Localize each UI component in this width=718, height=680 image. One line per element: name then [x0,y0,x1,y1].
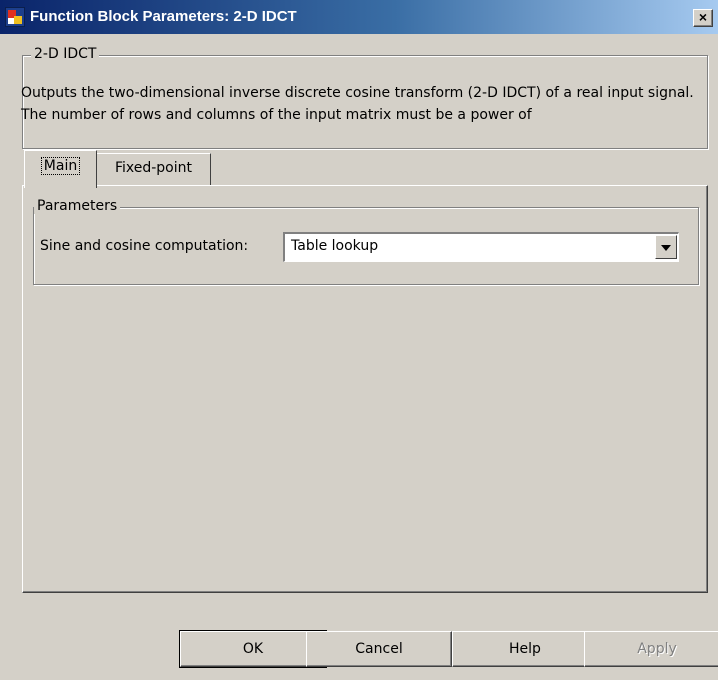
parameters-legend: Parameters [34,198,121,214]
description-legend: 2-D IDCT [31,46,100,62]
window-title: Function Block Parameters: 2-D IDCT [30,8,297,25]
tab-fixed-point[interactable]: Fixed-point [96,153,211,185]
tab-fixed-point-label: Fixed-point [114,160,193,176]
app-icon [5,7,25,27]
apply-button[interactable]: Apply [584,631,718,667]
sine-cosine-value: Table lookup [291,238,379,254]
chevron-down-icon[interactable] [655,235,677,259]
description-text: Outputs the two-dimensional inverse disc… [21,85,694,123]
tab-join [25,184,96,187]
title-bar[interactable]: Function Block Parameters: 2-D IDCT × [0,0,718,34]
ok-button[interactable]: OK [179,630,327,668]
sine-cosine-select[interactable]: Table lookup [283,232,679,262]
sine-cosine-label: Sine and cosine computation: [40,238,249,254]
help-button[interactable]: Help [452,631,598,667]
tab-main-label: Main [40,157,81,175]
tab-main[interactable]: Main [24,150,97,188]
close-button[interactable]: × [693,9,713,27]
cancel-button[interactable]: Cancel [306,631,452,667]
